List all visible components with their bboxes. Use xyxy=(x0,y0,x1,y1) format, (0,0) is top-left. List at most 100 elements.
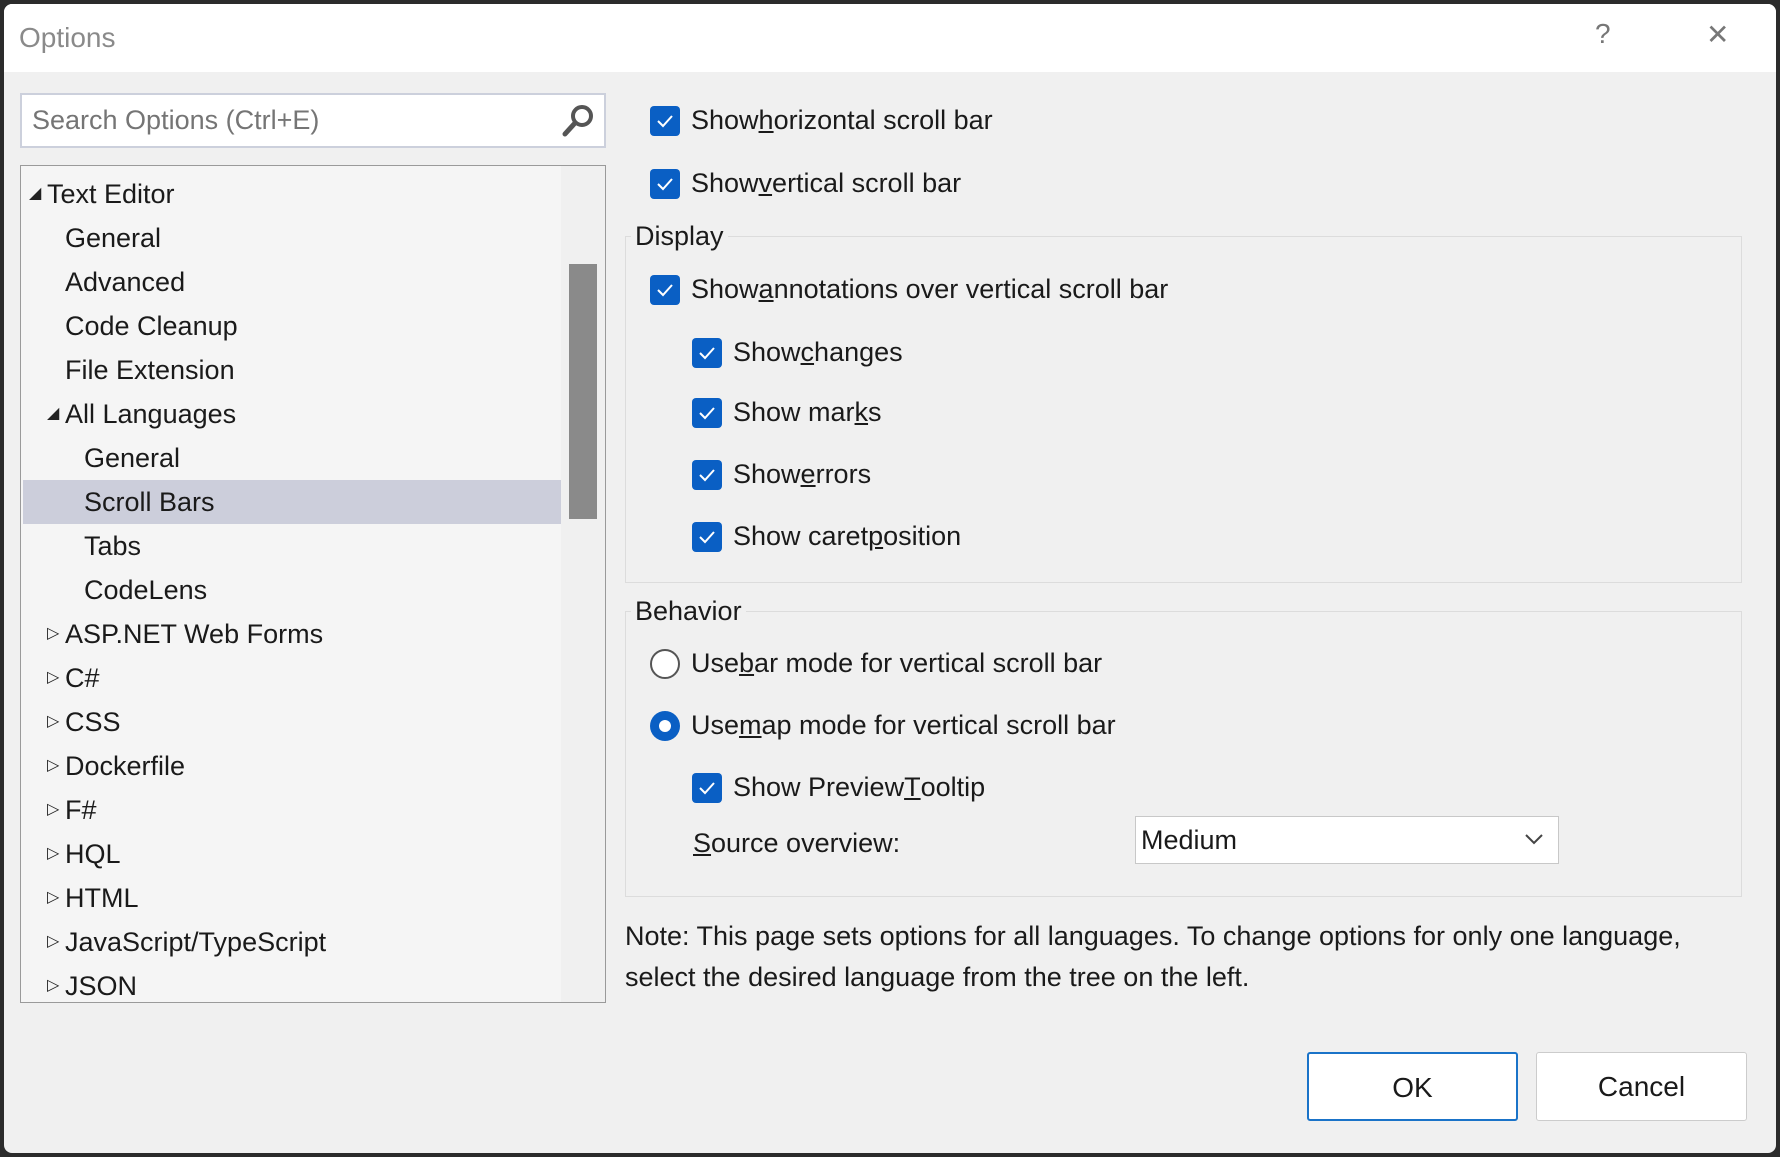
tree-item[interactable]: ◢ Text Editor xyxy=(23,172,562,216)
options-tree: ▷ JSON ▷ JavaScript/TypeScript ▷ HTML ▷ HQL ▷ F# ▷… xyxy=(20,165,606,1003)
tree-item-label: F# xyxy=(65,795,97,825)
tree-item[interactable]: Tabs xyxy=(23,524,562,568)
cancel-button[interactable]: Cancel xyxy=(1536,1052,1747,1121)
checkbox-checked-icon xyxy=(650,274,680,305)
label-post: rrors xyxy=(815,459,872,489)
collapsed-arrow-icon[interactable]: ▷ xyxy=(47,964,59,1002)
access-key: T xyxy=(904,772,921,802)
search-icon[interactable] xyxy=(560,103,596,144)
search-input[interactable] xyxy=(32,105,552,136)
close-button[interactable]: ✕ xyxy=(1706,18,1729,51)
tree-item-label: HQL xyxy=(65,839,121,869)
label-post: hanges xyxy=(814,337,903,367)
tree-item-label: Advanced xyxy=(65,267,186,297)
tree-item-label: C# xyxy=(65,663,100,693)
title-bar: Options ? ✕ xyxy=(4,4,1776,72)
tree-item-label: HTML xyxy=(65,883,139,913)
label-pre: Show xyxy=(733,459,801,489)
source-overview-label: Source overview: xyxy=(693,828,900,859)
tree-item[interactable]: Code Cleanup xyxy=(23,304,562,348)
tree-item[interactable]: ▷ ASP.NET Web Forms xyxy=(23,612,562,656)
collapsed-arrow-icon[interactable]: ▷ xyxy=(47,920,59,964)
checkbox-show-vertical-scroll-bar[interactable]: Show v ertical scroll bar xyxy=(650,168,961,199)
tree-scrollbar[interactable] xyxy=(561,166,605,1002)
access-key: S xyxy=(693,828,712,858)
tree-item-label: General xyxy=(84,443,181,473)
checkbox-show-annotations[interactable]: Show a nnotations over vertical scroll ba… xyxy=(650,274,1168,305)
tree-item-label: JavaScript/TypeScript xyxy=(65,927,327,957)
tree-item[interactable]: ▷ HQL xyxy=(23,832,562,876)
ok-button[interactable]: OK xyxy=(1307,1052,1518,1121)
access-key: v xyxy=(758,168,773,198)
collapsed-arrow-icon[interactable]: ▷ xyxy=(47,876,59,920)
collapsed-arrow-icon[interactable]: ▷ xyxy=(47,788,59,832)
label-pre: Show caret xyxy=(733,521,869,551)
tree-item-label: Dockerfile xyxy=(65,751,186,781)
label-post: nnotations over vertical scroll bar xyxy=(773,274,1169,304)
tree-item[interactable]: File Extension xyxy=(23,348,562,392)
radio-map-mode[interactable]: Use m ap mode for vertical scroll bar xyxy=(650,710,1116,741)
tree-item[interactable]: ▷ HTML xyxy=(23,876,562,920)
tree-item[interactable]: ▷ JSON xyxy=(23,964,562,1002)
chevron-down-icon xyxy=(1524,817,1544,877)
checkbox-checked-icon xyxy=(650,105,680,136)
checkbox-show-errors[interactable]: Show e rrors xyxy=(692,459,871,490)
access-key: h xyxy=(758,105,774,135)
display-group-label: Display xyxy=(631,221,728,252)
tree-item-label: Code Cleanup xyxy=(65,311,238,341)
tree-item-label: JSON xyxy=(65,971,138,1001)
label-post: ar mode for vertical scroll bar xyxy=(754,648,1103,678)
checkbox-show-preview-tooltip[interactable]: Show Preview Tooltip xyxy=(692,772,985,803)
expanded-arrow-icon[interactable]: ◢ xyxy=(47,392,59,436)
scrollbar-thumb[interactable] xyxy=(569,264,597,519)
dialog-title: Options xyxy=(19,22,116,53)
tree-item-label: Text Editor xyxy=(47,179,175,209)
radio-unselected-icon xyxy=(650,648,680,679)
tree-item[interactable]: ◢ All Languages xyxy=(23,392,562,436)
label-post: ertical scroll bar xyxy=(772,168,962,198)
options-dialog: Options ? ✕ ▷JSON▷JavaScript/TypeScript▷… xyxy=(4,4,1776,1153)
tree-item-label: General xyxy=(65,223,162,253)
checkbox-show-horizontal-scroll-bar[interactable]: Show h orizontal scroll bar xyxy=(650,105,993,136)
tree-item[interactable]: ▷ JavaScript/TypeScript xyxy=(23,920,562,964)
tree-item[interactable]: General xyxy=(23,216,562,260)
checkbox-show-marks[interactable]: Show mar k s xyxy=(692,397,882,428)
label-post: osition xyxy=(883,521,962,551)
tree-item-label: CodeLens xyxy=(84,575,208,605)
collapsed-arrow-icon[interactable]: ▷ xyxy=(47,656,59,700)
behavior-group-label: Behavior xyxy=(631,596,746,627)
label-pre: Show mar xyxy=(733,397,855,427)
source-overview-dropdown[interactable]: Medium xyxy=(1135,816,1559,864)
collapsed-arrow-icon[interactable]: ▷ xyxy=(47,612,59,656)
tree-item[interactable]: ▷ F# xyxy=(23,788,562,832)
checkbox-checked-icon xyxy=(692,772,722,803)
tree-item[interactable]: ▷ C# xyxy=(23,656,562,700)
tree-item-label: All Languages xyxy=(65,399,237,429)
access-key: k xyxy=(854,397,869,427)
collapsed-arrow-icon[interactable]: ▷ xyxy=(47,832,59,876)
tree-item[interactable]: ▷ Dockerfile xyxy=(23,744,562,788)
expanded-arrow-icon[interactable]: ◢ xyxy=(29,172,41,216)
help-button[interactable]: ? xyxy=(1595,18,1611,50)
tree-item[interactable]: General xyxy=(23,436,562,480)
checkbox-checked-icon xyxy=(692,521,722,552)
label-post: ap mode for vertical scroll bar xyxy=(761,710,1116,740)
radio-bar-mode[interactable]: Use b ar mode for vertical scroll bar xyxy=(650,648,1102,679)
tree-item[interactable]: Scroll Bars xyxy=(23,480,562,524)
access-key: m xyxy=(739,710,762,740)
checkbox-checked-icon xyxy=(650,168,680,199)
collapsed-arrow-icon[interactable]: ▷ xyxy=(47,700,59,744)
label-pre: Show xyxy=(691,168,759,198)
access-key: c xyxy=(800,337,815,367)
label-pre: Show Preview xyxy=(733,772,905,802)
note-text: Note: This page sets options for all lan… xyxy=(625,921,1681,992)
dropdown-value: Medium xyxy=(1141,825,1238,855)
tree-item[interactable]: ▷ CSS xyxy=(23,700,562,744)
collapsed-arrow-icon[interactable]: ▷ xyxy=(47,744,59,788)
checkbox-show-changes[interactable]: Show c hanges xyxy=(692,337,903,368)
tree-item[interactable]: Advanced xyxy=(23,260,562,304)
tree-item[interactable]: CodeLens xyxy=(23,568,562,612)
label-post: ooltip xyxy=(920,772,986,802)
checkbox-show-caret-position[interactable]: Show caret p osition xyxy=(692,521,961,552)
radio-selected-icon xyxy=(650,710,680,741)
